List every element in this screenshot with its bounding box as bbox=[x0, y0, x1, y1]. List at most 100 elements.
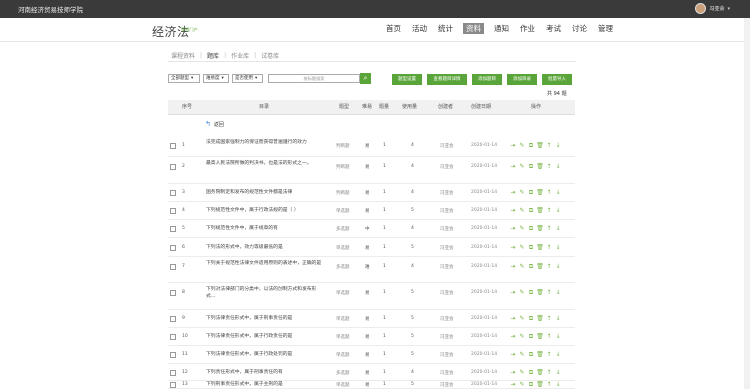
row-checkbox[interactable] bbox=[170, 290, 176, 296]
delete-icon[interactable]: 🗑 bbox=[536, 333, 544, 341]
move-up-icon[interactable]: ↑ bbox=[545, 351, 553, 359]
nav-item[interactable]: 作业 bbox=[519, 23, 536, 34]
nav-item[interactable]: 讨论 bbox=[571, 23, 588, 34]
move-down-icon[interactable]: ↓ bbox=[554, 333, 562, 341]
question-title[interactable]: 下列法律责任形式中，属于行政处罚的是 bbox=[206, 351, 324, 358]
move-folder-icon[interactable]: ⇥ bbox=[509, 225, 517, 233]
copy-icon[interactable]: ⧉ bbox=[527, 207, 535, 215]
move-up-icon[interactable]: ↑ bbox=[545, 263, 553, 271]
edit-icon[interactable]: ✎ bbox=[518, 333, 526, 341]
copy-icon[interactable]: ⧉ bbox=[527, 351, 535, 359]
search-input[interactable]: 按标题搜索 bbox=[268, 74, 360, 83]
question-title[interactable]: 下列法律责任形式中，属于刑事责任的是 bbox=[206, 315, 324, 322]
move-folder-icon[interactable]: ⇥ bbox=[509, 263, 517, 271]
question-title[interactable]: 法完成国家强制力的保证而获得普遍遵行的效力 bbox=[206, 139, 324, 146]
move-folder-icon[interactable]: ⇥ bbox=[509, 207, 517, 215]
sub-tab[interactable]: 题库 bbox=[207, 51, 219, 60]
view-question-detail-button[interactable]: 查看题目详情 bbox=[427, 74, 467, 85]
move-down-icon[interactable]: ↓ bbox=[554, 381, 562, 389]
chevron-down-icon[interactable]: ▾ bbox=[727, 6, 730, 12]
move-down-icon[interactable]: ↓ bbox=[554, 263, 562, 271]
move-folder-icon[interactable]: ⇥ bbox=[509, 351, 517, 359]
nav-item[interactable]: 活动 bbox=[411, 23, 428, 34]
copy-icon[interactable]: ⧉ bbox=[527, 333, 535, 341]
edit-icon[interactable]: ✎ bbox=[518, 381, 526, 389]
add-question-button[interactable]: 添加题目 bbox=[472, 74, 502, 85]
move-up-icon[interactable]: ↑ bbox=[545, 369, 553, 377]
return-link[interactable]: ↰ 返回 bbox=[205, 120, 224, 128]
question-title[interactable]: 下列刑事责任形式中，属于主刑的是 bbox=[206, 381, 324, 388]
copy-icon[interactable]: ⧉ bbox=[527, 263, 535, 271]
copy-icon[interactable]: ⧉ bbox=[527, 315, 535, 323]
move-up-icon[interactable]: ↑ bbox=[545, 333, 553, 341]
row-checkbox[interactable] bbox=[170, 226, 176, 232]
move-up-icon[interactable]: ↑ bbox=[545, 225, 553, 233]
move-folder-icon[interactable]: ⇥ bbox=[509, 369, 517, 377]
row-checkbox[interactable] bbox=[170, 264, 176, 270]
row-checkbox[interactable] bbox=[170, 382, 176, 388]
move-down-icon[interactable]: ↓ bbox=[554, 225, 562, 233]
move-up-icon[interactable]: ↑ bbox=[545, 207, 553, 215]
row-checkbox[interactable] bbox=[170, 352, 176, 358]
row-checkbox[interactable] bbox=[170, 334, 176, 340]
question-title[interactable]: 下列责任形式中，属于刑事责任的有 bbox=[206, 369, 324, 376]
sub-tab[interactable]: 试卷库 bbox=[261, 51, 279, 60]
delete-icon[interactable]: 🗑 bbox=[536, 263, 544, 271]
type-filter-select[interactable]: 全部题型 ▾ bbox=[168, 74, 200, 83]
move-folder-icon[interactable]: ⇥ bbox=[509, 244, 517, 252]
scrollbar[interactable] bbox=[744, 18, 750, 389]
move-folder-icon[interactable]: ⇥ bbox=[509, 163, 517, 171]
row-checkbox[interactable] bbox=[170, 190, 176, 196]
nav-item[interactable]: 通知 bbox=[493, 23, 510, 34]
edit-icon[interactable]: ✎ bbox=[518, 207, 526, 215]
delete-icon[interactable]: 🗑 bbox=[536, 189, 544, 197]
row-checkbox[interactable] bbox=[170, 316, 176, 322]
copy-icon[interactable]: ⧉ bbox=[527, 142, 535, 150]
move-folder-icon[interactable]: ⇥ bbox=[509, 381, 517, 389]
copy-icon[interactable]: ⧉ bbox=[527, 189, 535, 197]
avatar[interactable] bbox=[695, 3, 707, 14]
question-title[interactable]: 下列关于规范性法律文件适用原则的表述中，正确的是 bbox=[206, 260, 324, 267]
copy-icon[interactable]: ⧉ bbox=[527, 369, 535, 377]
move-up-icon[interactable]: ↑ bbox=[545, 315, 553, 323]
delete-icon[interactable]: 🗑 bbox=[536, 163, 544, 171]
move-up-icon[interactable]: ↑ bbox=[545, 289, 553, 297]
question-title[interactable]: 下列规范性文件中，属于行政法规的是（ ） bbox=[206, 207, 324, 214]
move-down-icon[interactable]: ↓ bbox=[554, 163, 562, 171]
sub-tab[interactable]: 课程资料 bbox=[171, 51, 195, 60]
copy-icon[interactable]: ⧉ bbox=[527, 289, 535, 297]
question-title[interactable]: 最高人民法院所做的判决书，也是法的形式之一。 bbox=[206, 160, 324, 167]
edit-icon[interactable]: ✎ bbox=[518, 351, 526, 359]
row-checkbox[interactable] bbox=[170, 244, 176, 251]
edit-icon[interactable]: ✎ bbox=[518, 142, 526, 150]
user-name[interactable]: 冯亚会 bbox=[709, 5, 724, 12]
row-checkbox[interactable] bbox=[170, 369, 176, 376]
copy-icon[interactable]: ⧉ bbox=[527, 225, 535, 233]
sub-tab[interactable]: 作业库 bbox=[231, 51, 249, 60]
add-folder-button[interactable]: 添加目录 bbox=[507, 74, 537, 85]
edit-icon[interactable]: ✎ bbox=[518, 244, 526, 252]
move-down-icon[interactable]: ↓ bbox=[554, 244, 562, 252]
move-folder-icon[interactable]: ⇥ bbox=[509, 315, 517, 323]
row-checkbox[interactable] bbox=[170, 143, 176, 149]
edit-icon[interactable]: ✎ bbox=[518, 225, 526, 233]
delete-icon[interactable]: 🗑 bbox=[536, 351, 544, 359]
move-down-icon[interactable]: ↓ bbox=[554, 315, 562, 323]
move-down-icon[interactable]: ↓ bbox=[554, 207, 562, 215]
question-title[interactable]: 下列法的形式中，效力等级最低的是 bbox=[206, 244, 324, 251]
user-menu[interactable]: 冯亚会 ▾ bbox=[695, 3, 730, 14]
delete-icon[interactable]: 🗑 bbox=[536, 207, 544, 215]
move-folder-icon[interactable]: ⇥ bbox=[509, 142, 517, 150]
nav-item[interactable]: 首页 bbox=[385, 23, 402, 34]
move-up-icon[interactable]: ↑ bbox=[545, 244, 553, 252]
question-type-settings-button[interactable]: 题型设置 bbox=[392, 74, 422, 85]
move-down-icon[interactable]: ↓ bbox=[554, 142, 562, 150]
delete-icon[interactable]: 🗑 bbox=[536, 225, 544, 233]
move-up-icon[interactable]: ↑ bbox=[545, 381, 553, 389]
delete-icon[interactable]: 🗑 bbox=[536, 315, 544, 323]
question-title[interactable]: 下列对法律部门的分类中，以法的创制方式和发布形式... bbox=[206, 286, 324, 300]
move-down-icon[interactable]: ↓ bbox=[554, 289, 562, 297]
move-folder-icon[interactable]: ⇥ bbox=[509, 289, 517, 297]
move-up-icon[interactable]: ↑ bbox=[545, 163, 553, 171]
row-checkbox[interactable] bbox=[170, 208, 176, 214]
